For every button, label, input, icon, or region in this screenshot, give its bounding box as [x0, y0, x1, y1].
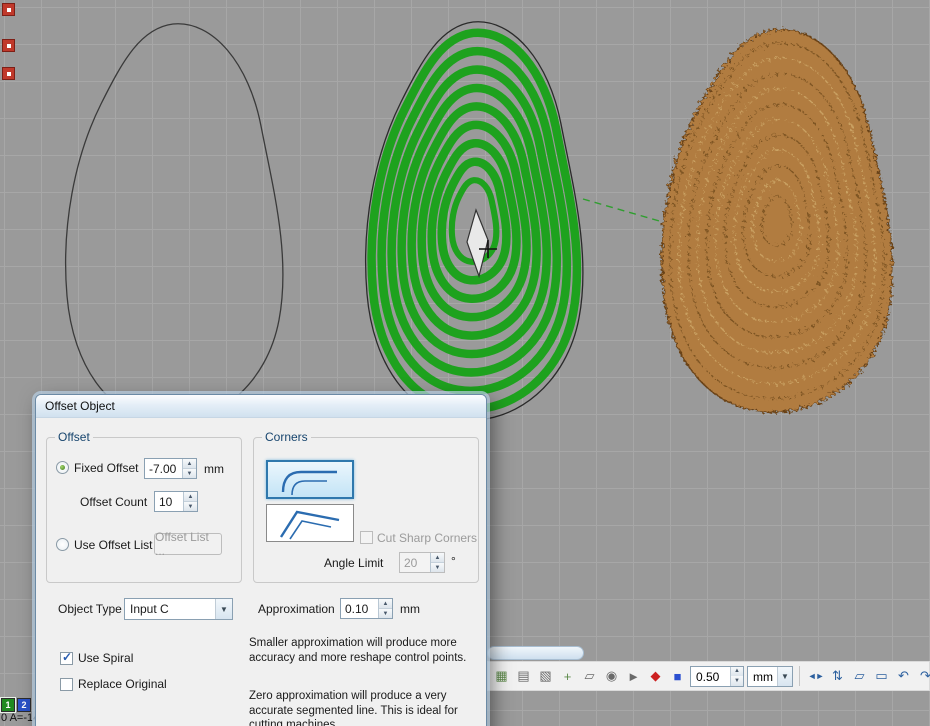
- spin-down-icon: ▼: [431, 563, 444, 572]
- angle-limit-spinner[interactable]: 20 ▲▼: [399, 552, 445, 573]
- use-offset-list-label: Use Offset List: [74, 538, 152, 552]
- fixed-offset-label: Fixed Offset: [74, 461, 138, 475]
- replace-original-label: Replace Original: [78, 677, 167, 691]
- object-type-label: Object Type: [58, 602, 122, 616]
- shape-embroidery[interactable]: [662, 29, 892, 412]
- dialog-title: Offset Object: [45, 399, 115, 413]
- red-diamond-icon[interactable]: ◆: [646, 666, 665, 686]
- palette-chip-1[interactable]: 1: [1, 698, 15, 712]
- spin-down-icon: ▼: [184, 502, 197, 511]
- anchor-icon[interactable]: ◉: [602, 666, 621, 686]
- node-edit-icon[interactable]: +: [558, 666, 577, 686]
- approximation-note-zero: Zero approximation will produce a very a…: [249, 689, 487, 726]
- blue-square-icon[interactable]: ■: [668, 666, 687, 686]
- approximation-note-accuracy: Smaller approximation will produce more …: [249, 636, 487, 665]
- spin-down-icon: ▼: [379, 609, 392, 618]
- sharp-corners-button[interactable]: [266, 504, 354, 542]
- use-spiral-label: Use Spiral: [78, 651, 133, 665]
- offset-list-button[interactable]: Offset List ...: [154, 533, 222, 555]
- rotate-ccw-icon[interactable]: ↶: [894, 666, 913, 686]
- round-corners-icon: [275, 462, 345, 498]
- spin-up-icon: ▲: [431, 553, 444, 563]
- horizontal-scrollbar-thumb[interactable]: [487, 646, 584, 660]
- unit-combo[interactable]: mm ▼: [747, 666, 793, 687]
- left-tool-icon-3[interactable]: [2, 67, 15, 80]
- fixed-offset-radio[interactable]: [56, 461, 69, 474]
- fixed-offset-unit: mm: [204, 462, 224, 476]
- round-corners-button[interactable]: [266, 460, 354, 499]
- corners-group: Corners Cut Sharp Corners Angle Limit 20…: [253, 437, 479, 583]
- angle-limit-label: Angle Limit: [324, 556, 383, 570]
- spin-down-icon: ▼: [731, 676, 743, 686]
- pattern-icon[interactable]: ▤: [514, 666, 533, 686]
- fixed-offset-spinner[interactable]: -7.00 ▲▼: [144, 458, 197, 479]
- offset-count-label: Offset Count: [80, 495, 147, 509]
- rotate-cw-icon[interactable]: ↷: [916, 666, 930, 686]
- spin-up-icon: ▲: [183, 459, 196, 469]
- mirror-vertical-icon[interactable]: ⇅: [828, 666, 847, 686]
- mirror-horizontal-icon[interactable]: ◄►: [806, 666, 825, 686]
- chevron-down-icon[interactable]: ▼: [777, 667, 792, 686]
- approximation-label: Approximation: [258, 602, 335, 616]
- use-spiral-checkbox[interactable]: [60, 652, 73, 665]
- use-offset-list-radio[interactable]: [56, 538, 69, 551]
- offset-group: Offset Fixed Offset -7.00 ▲▼ mm Offset C…: [46, 437, 242, 583]
- corners-group-caption: Corners: [262, 430, 311, 444]
- object-type-combo[interactable]: Input C ▼: [124, 598, 233, 620]
- left-tool-icon-2[interactable]: [2, 39, 15, 52]
- approximation-unit: mm: [400, 602, 420, 616]
- spin-up-icon: ▲: [184, 492, 197, 502]
- shape-icon[interactable]: ▱: [580, 666, 599, 686]
- offset-object-dialog: Offset Object Offset Fixed Offset -7.00 …: [35, 394, 487, 726]
- chevron-down-icon[interactable]: ▼: [215, 599, 232, 619]
- skew-horizontal-icon[interactable]: ▱: [850, 666, 869, 686]
- dialog-titlebar[interactable]: Offset Object: [36, 395, 486, 418]
- toolbar-separator: [799, 666, 800, 686]
- skew-vertical-icon[interactable]: ▭: [872, 666, 891, 686]
- shape-offset-preview[interactable]: [366, 22, 583, 421]
- spin-up-icon: ▲: [731, 667, 743, 677]
- status-angle-readout: 0 A=-14: [1, 712, 39, 724]
- cut-sharp-corners-label: Cut Sharp Corners: [377, 531, 477, 545]
- stitch-grid-icon[interactable]: ▦: [492, 666, 511, 686]
- object-properties-toolbar: ▦ ▤ ▧ + ▱ ◉ ► ◆ ■ 0.50 ▲▼ mm ▼ ◄► ⇅ ▱ ▭ …: [487, 661, 930, 691]
- spin-up-icon: ▲: [379, 599, 392, 609]
- drawing-canvas[interactable]: Offset Object Offset Fixed Offset -7.00 …: [0, 0, 930, 726]
- offset-group-caption: Offset: [55, 430, 93, 444]
- offset-center-node[interactable]: [467, 210, 488, 276]
- spin-down-icon: ▼: [183, 469, 196, 478]
- direction-icon[interactable]: ►: [624, 666, 643, 686]
- approximation-spinner[interactable]: 0.10 ▲▼: [340, 598, 393, 619]
- cut-sharp-corners-checkbox[interactable]: [360, 531, 373, 544]
- replace-original-checkbox[interactable]: [60, 678, 73, 691]
- outline-width-spinner[interactable]: 0.50 ▲▼: [690, 666, 744, 687]
- shape-outline[interactable]: [66, 24, 283, 423]
- sharp-corners-icon: [275, 506, 345, 540]
- offset-count-spinner[interactable]: 10 ▲▼: [154, 491, 198, 512]
- palette-chip-2[interactable]: 2: [17, 698, 31, 712]
- angle-limit-unit: °: [451, 554, 456, 568]
- left-tool-icon-1[interactable]: [2, 3, 15, 16]
- hatch-icon[interactable]: ▧: [536, 666, 555, 686]
